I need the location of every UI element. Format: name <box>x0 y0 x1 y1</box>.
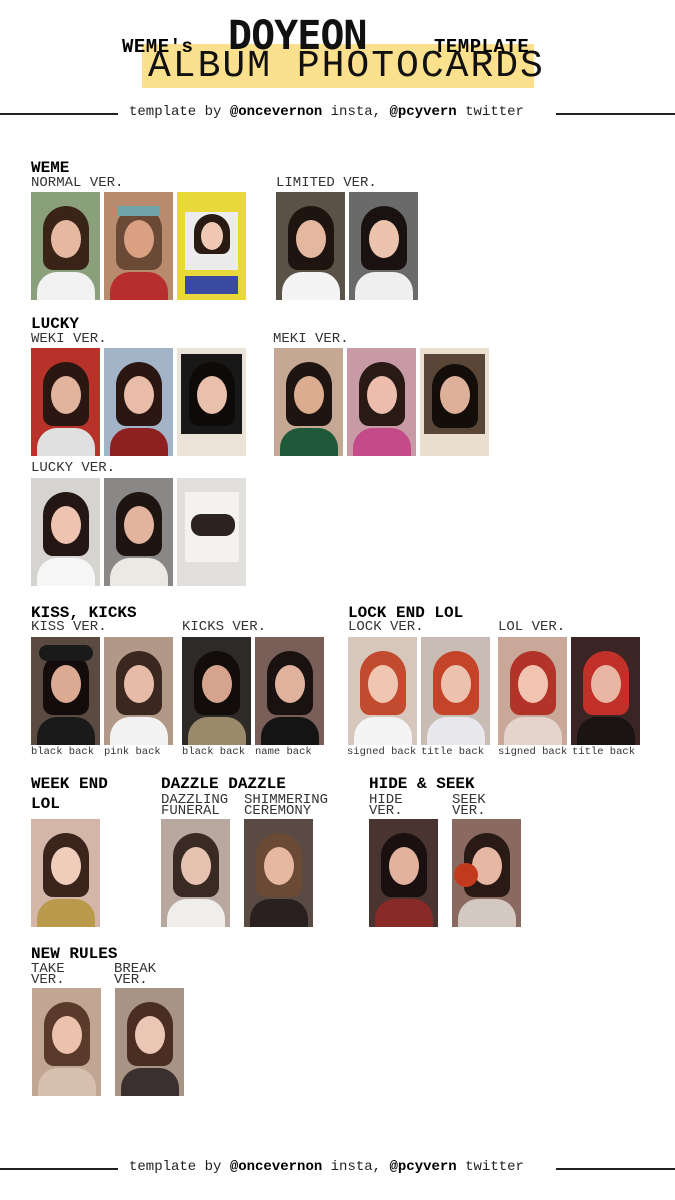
credit-prefix: template by <box>129 1159 222 1175</box>
photocard <box>177 192 246 300</box>
version-label-normal: NORMAL VER. <box>31 175 124 191</box>
version-label-lol: LOL VER. <box>498 619 566 635</box>
section-title-lol: LOL <box>31 795 60 813</box>
photocard <box>420 348 489 456</box>
version-label-seek-ver: VER. <box>452 803 486 819</box>
photocard <box>161 819 230 927</box>
card-caption: black back <box>31 746 95 758</box>
version-label-kicks: KICKS VER. <box>182 619 267 635</box>
photocard <box>369 819 438 927</box>
credit-text: template by @oncevernon insta, @pcyvern … <box>129 104 524 120</box>
subtitle-album-photocards: ALBUM PHOTOCARDS <box>148 45 545 88</box>
credit-twitter-handle[interactable]: @pcyvern <box>389 104 456 120</box>
card-caption: signed back <box>347 746 417 758</box>
photocard <box>31 819 100 927</box>
divider <box>556 1168 675 1170</box>
card-caption: black back <box>182 746 246 758</box>
version-label-break-ver: VER. <box>114 972 148 988</box>
photocard <box>104 192 173 300</box>
divider <box>556 113 675 115</box>
card-caption: signed back <box>498 746 568 758</box>
photocard <box>104 478 173 586</box>
credit-insta-label: insta, <box>330 104 382 120</box>
card-caption: pink back <box>104 746 161 758</box>
credit-insta-label: insta, <box>330 1159 382 1175</box>
photocard <box>421 637 490 745</box>
photocard <box>104 637 173 745</box>
card-caption: name back <box>255 746 312 758</box>
version-label-hide-ver: VER. <box>369 803 403 819</box>
section-title-dazzle-dazzle: DAZZLE DAZZLE <box>161 775 286 793</box>
photocard <box>571 637 640 745</box>
credit-text: template by @oncevernon insta, @pcyvern … <box>129 1159 524 1175</box>
version-label-take-ver: VER. <box>31 972 65 988</box>
credit-insta-handle[interactable]: @oncevernon <box>230 104 322 120</box>
section-title-hide-seek: HIDE & SEEK <box>369 775 475 793</box>
version-label-weki: WEKI VER. <box>31 331 107 347</box>
photocard <box>31 192 100 300</box>
card-caption: title back <box>421 746 485 758</box>
photocard <box>31 478 100 586</box>
credit-twitter-label: twitter <box>465 104 524 120</box>
photocard <box>182 637 251 745</box>
photocard <box>349 192 418 300</box>
version-label-funeral: FUNERAL <box>161 803 220 819</box>
photocard <box>31 348 100 456</box>
credit-row-top: template by @oncevernon insta, @pcyvern … <box>0 104 675 124</box>
version-label-lucky: LUCKY VER. <box>31 460 116 476</box>
photocard <box>348 637 417 745</box>
credit-prefix: template by <box>129 104 222 120</box>
divider <box>0 1168 118 1170</box>
photocard <box>32 988 101 1096</box>
photocard <box>244 819 313 927</box>
divider <box>0 113 118 115</box>
photocard <box>276 192 345 300</box>
version-label-meki: MEKI VER. <box>273 331 349 347</box>
card-caption: title back <box>572 746 636 758</box>
version-label-lock: LOCK VER. <box>348 619 424 635</box>
version-label-ceremony: CEREMONY <box>244 803 312 819</box>
credit-twitter-handle[interactable]: @pcyvern <box>389 1159 456 1175</box>
section-title-week-end: WEEK END <box>31 775 108 793</box>
version-label-kiss: KISS VER. <box>31 619 107 635</box>
photocard <box>104 348 173 456</box>
credit-twitter-label: twitter <box>465 1159 524 1175</box>
photocard <box>31 637 100 745</box>
photocard <box>177 348 246 456</box>
photocard <box>255 637 324 745</box>
credit-insta-handle[interactable]: @oncevernon <box>230 1159 322 1175</box>
photocard <box>177 478 246 586</box>
photocard <box>115 988 184 1096</box>
photocard <box>498 637 567 745</box>
photocard <box>274 348 343 456</box>
version-label-limited: LIMITED VER. <box>276 175 377 191</box>
photocard <box>452 819 521 927</box>
credit-row-bottom: template by @oncevernon insta, @pcyvern … <box>0 1159 675 1179</box>
photocard <box>347 348 416 456</box>
